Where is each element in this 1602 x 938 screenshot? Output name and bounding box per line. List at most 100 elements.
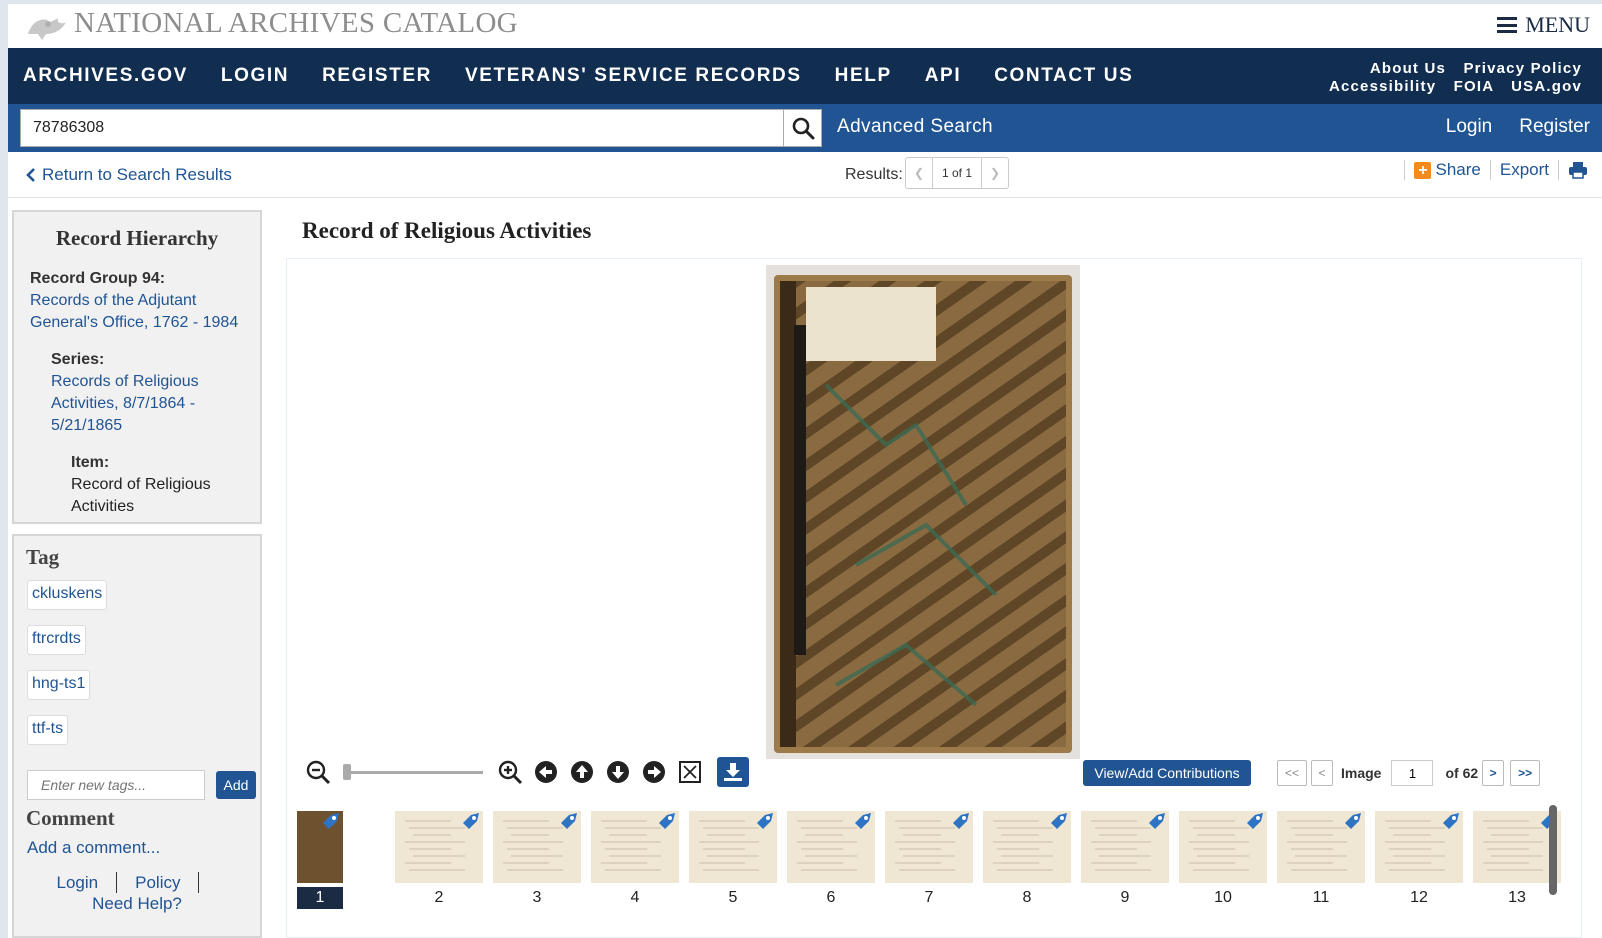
menu-label: MENU [1525,12,1590,37]
plus-icon: + [1414,161,1432,179]
site-title[interactable]: NATIONAL ARCHIVES CATALOG [74,7,518,40]
results-label: Results: [845,166,903,183]
thumbnail-number[interactable]: 1 [297,887,343,909]
comment-links: Login Policy [14,872,260,893]
page-thumbnail[interactable] [1179,811,1267,883]
download-button[interactable] [717,757,749,787]
zoom-in-icon[interactable] [497,759,523,785]
login-link[interactable]: Login [1446,116,1493,138]
page-thumbnail[interactable] [983,811,1071,883]
need-help-link[interactable]: Need Help? [14,894,260,914]
image-count: of 62 [1445,765,1479,781]
nav-link-help[interactable]: HELP [835,65,892,87]
last-image-button[interactable]: >> [1510,760,1541,786]
util-link-about-us[interactable]: About Us [1370,60,1446,77]
record-group-link[interactable]: Records of the Adjutant General's Office… [30,290,256,334]
series-link[interactable]: Records of Religious Activities, 8/7/186… [51,371,256,437]
tag-chip[interactable]: ckluskens [27,580,108,610]
page-thumbnail[interactable] [591,811,679,883]
thumbnail-number[interactable]: 8 [1004,887,1050,909]
util-link-usa-gov[interactable]: USA.gov [1511,78,1582,95]
image-pager: << < Image of 62 > >> [1277,759,1541,787]
tag-chip[interactable]: hng-ts1 [27,670,91,700]
comment-title: Comment [26,806,115,830]
hamburger-icon [1497,17,1518,33]
util-link-accessibility[interactable]: Accessibility [1329,78,1436,95]
thumbnail-number[interactable]: 4 [612,887,658,909]
page-thumbnail[interactable] [1081,811,1169,883]
results-bar: Return to Search Results Results: ❮ 1 of… [8,152,1602,198]
menu-button[interactable]: MENU [1497,12,1590,38]
first-image-button[interactable]: << [1277,760,1307,786]
thumbnail-number[interactable]: 3 [514,887,560,909]
nav-link-veterans-records[interactable]: VETERANS' SERVICE RECORDS [465,65,802,87]
hierarchy-tree: Record Group 94: Records of the Adjutant… [30,268,256,518]
tag-icon [855,813,871,829]
pan-right-icon[interactable] [641,759,667,785]
nav-link-api[interactable]: API [925,65,961,87]
nav-link-register[interactable]: REGISTER [322,65,432,87]
tag-icon [953,813,969,829]
thumbnail-number[interactable]: 12 [1396,887,1442,909]
tag-chip[interactable]: ftrcrdts [27,625,86,655]
search-button[interactable] [784,109,822,147]
primary-nav: ARCHIVES.GOV LOGIN REGISTER VETERANS' SE… [8,48,1602,104]
add-tag-button[interactable]: Add [216,771,256,799]
thumbnail-scrollbar[interactable] [1549,805,1557,895]
fullscreen-icon[interactable] [677,759,703,785]
thumbnail-number[interactable]: 5 [710,887,756,909]
thumbnail-number[interactable]: 13 [1494,887,1540,909]
add-comment-link[interactable]: Add a comment... [27,838,160,858]
pan-up-icon[interactable] [569,759,595,785]
page-thumbnail[interactable] [1473,811,1561,883]
print-icon[interactable] [1568,161,1588,179]
advanced-search-link[interactable]: Advanced Search [837,116,993,138]
zoom-slider-handle[interactable] [343,764,351,780]
next-image-button[interactable]: > [1482,760,1505,786]
zoom-slider-track[interactable] [343,771,483,774]
page-thumbnail[interactable] [1277,811,1365,883]
tag-icon [463,813,479,829]
results-pager: ❮ 1 of 1 ❯ [905,157,1009,189]
image-viewer: View/Add Contributions << < Image of 62 … [286,258,1582,938]
new-tag-input[interactable] [27,770,205,800]
page-thumbnail[interactable] [689,811,777,883]
search-input[interactable] [20,109,784,147]
thumbnail-number[interactable]: 7 [906,887,952,909]
thumbnail-number[interactable]: 11 [1298,887,1344,909]
page-thumbnail[interactable] [1375,811,1463,883]
comment-login-link[interactable]: Login [57,873,99,893]
comment-policy-link[interactable]: Policy [135,873,180,893]
thumbnail-number[interactable]: 6 [808,887,854,909]
pan-down-icon[interactable] [605,759,631,785]
thumbnail-number[interactable]: 9 [1102,887,1148,909]
nav-link-contact-us[interactable]: CONTACT US [994,65,1133,87]
zoom-out-icon[interactable] [305,759,331,785]
pan-left-icon[interactable] [533,759,559,785]
tag-icon [1443,813,1459,829]
tag-chip[interactable]: ttf-ts [27,715,69,745]
page-thumbnail[interactable] [297,811,343,883]
page-thumbnail[interactable] [787,811,875,883]
view-add-contributions-button[interactable]: View/Add Contributions [1083,760,1251,786]
share-link[interactable]: Share [1435,160,1480,180]
util-link-foia[interactable]: FOIA [1454,78,1494,95]
page-thumbnail[interactable] [493,811,581,883]
page-thumbnail[interactable] [395,811,483,883]
image-number-input[interactable] [1391,760,1434,786]
nav-link-archives-gov[interactable]: ARCHIVES.GOV [23,65,188,87]
results-prev-button[interactable]: ❮ [906,158,932,188]
results-next-button[interactable]: ❯ [982,158,1008,188]
document-image[interactable] [766,265,1080,759]
export-link[interactable]: Export [1500,160,1549,180]
register-link[interactable]: Register [1519,116,1590,138]
nav-link-login[interactable]: LOGIN [221,65,289,87]
util-link-privacy-policy[interactable]: Privacy Policy [1463,60,1582,77]
page-thumbnail[interactable] [885,811,973,883]
prev-image-button[interactable]: < [1311,760,1333,786]
tag-icon [659,813,675,829]
thumbnail-number[interactable]: 10 [1200,887,1246,909]
thumbnail-number[interactable]: 2 [416,887,462,909]
item-label: Item: [71,454,110,471]
return-to-results-link[interactable]: Return to Search Results [26,165,232,185]
